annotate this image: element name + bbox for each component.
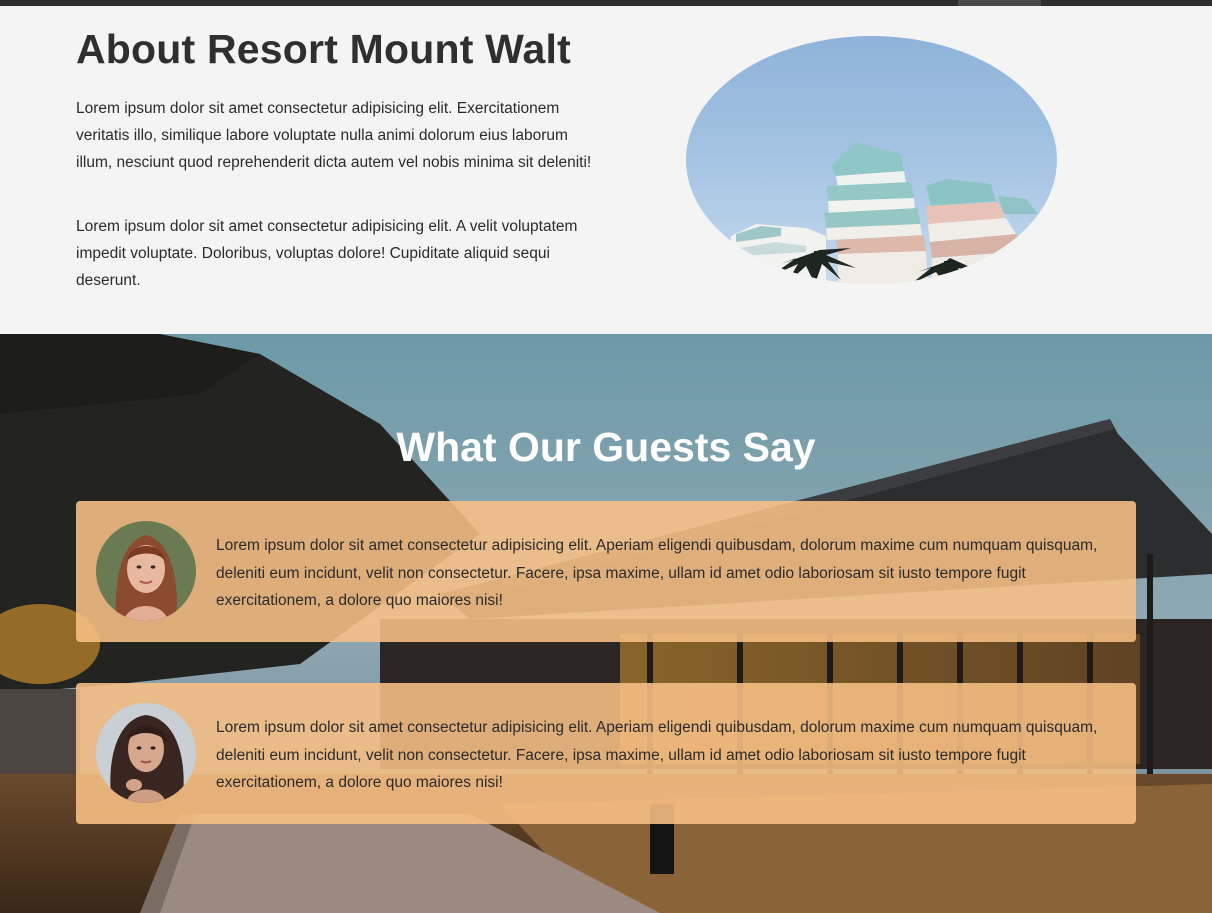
testimonials-title: What Our Guests Say	[396, 424, 816, 470]
about-paragraph-2: Lorem ipsum dolor sit amet consectetur a…	[76, 218, 578, 289]
guest-avatar	[96, 521, 196, 621]
testimonial-card: Lorem ipsum dolor sit amet consectetur a…	[76, 683, 1136, 824]
about-title: About Resort Mount Walt	[76, 26, 571, 72]
about-section: About Resort Mount Walt Lorem ipsum dolo…	[0, 6, 1212, 334]
about-paragraph-1: Lorem ipsum dolor sit amet consectetur a…	[76, 100, 592, 171]
guest-avatar	[96, 703, 196, 803]
testimonial-text: Lorem ipsum dolor sit amet consectetur a…	[216, 537, 1098, 609]
resort-building-image	[686, 36, 1057, 284]
testimonial-text: Lorem ipsum dolor sit amet consectetur a…	[216, 719, 1098, 791]
testimonials-section: What Our Guests Say Lorem ipsum dolor si…	[0, 334, 1212, 913]
testimonial-card: Lorem ipsum dolor sit amet consectetur a…	[76, 501, 1136, 642]
